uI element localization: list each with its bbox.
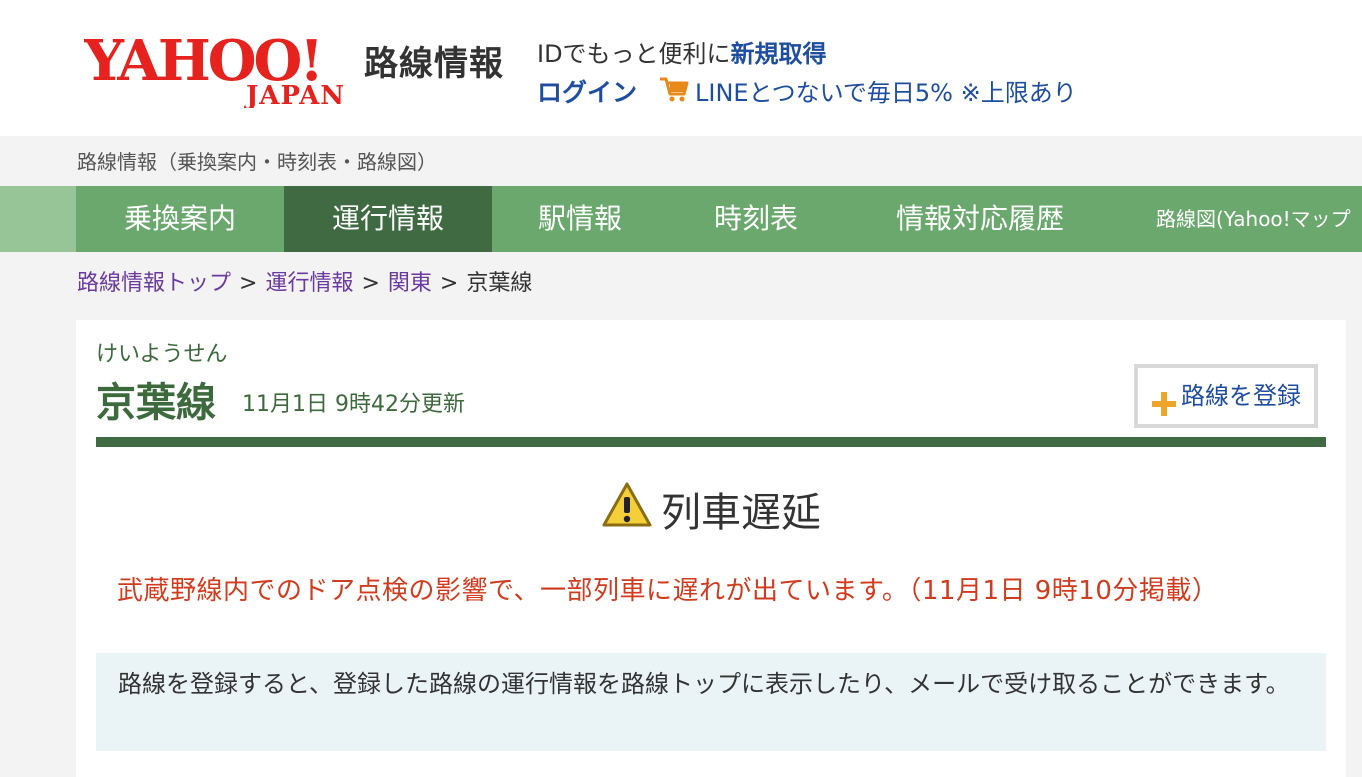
yahoo-japan-logo[interactable]: YAHOO! JAPAN (84, 28, 360, 108)
tab-transfer[interactable]: 乗換案内 (76, 186, 284, 252)
main-nav: 乗換案内 運行情報 駅情報 時刻表 情報対応履歴 路線図(Yahoo!マップ (0, 186, 1362, 252)
page-subtitle: 路線情報（乗換案内・時刻表・路線図） (77, 150, 437, 174)
service-name: 路線情報 (364, 44, 504, 84)
breadcrumb-kanto[interactable]: 関東 (388, 271, 432, 296)
line-name-kana: けいようせん (96, 342, 228, 367)
register-info-box: 路線を登録すると、登録した路線の運行情報を路線トップに表示したり、メールで受け取… (96, 653, 1326, 751)
delay-message: 武蔵野線内でのドア点検の影響で、一部列車に遅れが出ています。（11月1日 9時1… (117, 576, 1219, 606)
line-promo-note: ※上限あり (960, 79, 1077, 107)
tab-station-info[interactable]: 駅情報 (492, 186, 668, 252)
updated-time: 11月1日 9時42分更新 (242, 392, 465, 417)
login-link[interactable]: ログイン (537, 73, 637, 109)
tab-operation-info[interactable]: 運行情報 (284, 186, 492, 252)
register-id-link[interactable]: 新規取得 (731, 40, 827, 68)
id-promo-text: IDでもっと便利に (537, 40, 731, 68)
status-heading: 列車遅延 (76, 480, 1346, 538)
plus-icon (1151, 381, 1177, 416)
breadcrumb-separator: > (361, 271, 380, 296)
site-header: YAHOO! JAPAN 路線情報 IDでもっと便利に新規取得 ログイン LIN… (0, 0, 1362, 136)
tab-route-map[interactable]: 路線図(Yahoo!マップ (1156, 186, 1362, 252)
line-promo-text: LINEとつないで毎日5% (695, 79, 953, 107)
register-route-button[interactable]: 路線を登録 (1134, 364, 1318, 428)
breadcrumb-operation-info[interactable]: 運行情報 (265, 271, 353, 296)
breadcrumb-route-top[interactable]: 路線情報トップ (77, 271, 231, 296)
line-name: 京葉線 (96, 380, 216, 426)
id-promo: IDでもっと便利に新規取得 (537, 34, 827, 69)
register-route-label: 路線を登録 (1181, 382, 1301, 410)
breadcrumb-separator: > (239, 271, 258, 296)
warning-icon (601, 481, 653, 529)
line-info-card: けいようせん 京葉線 11月1日 9時42分更新 路線を登録 列車遅延 武蔵野線… (76, 320, 1346, 777)
breadcrumb: 路線情報トップ > 運行情報 > 関東 > 京葉線 (77, 265, 532, 297)
svg-text:JAPAN: JAPAN (244, 81, 345, 108)
tab-timetable[interactable]: 時刻表 (668, 186, 844, 252)
line-promo-link[interactable]: LINEとつないで毎日5% ※上限あり (695, 73, 1077, 108)
shopping-cart-icon (658, 74, 690, 104)
breadcrumb-separator: > (439, 271, 459, 296)
tab-info-history[interactable]: 情報対応履歴 (844, 186, 1116, 252)
status-title: 列車遅延 (661, 490, 821, 536)
title-divider (96, 437, 1326, 447)
nav-lead-block (0, 186, 76, 252)
breadcrumb-current: 京葉線 (466, 271, 533, 296)
